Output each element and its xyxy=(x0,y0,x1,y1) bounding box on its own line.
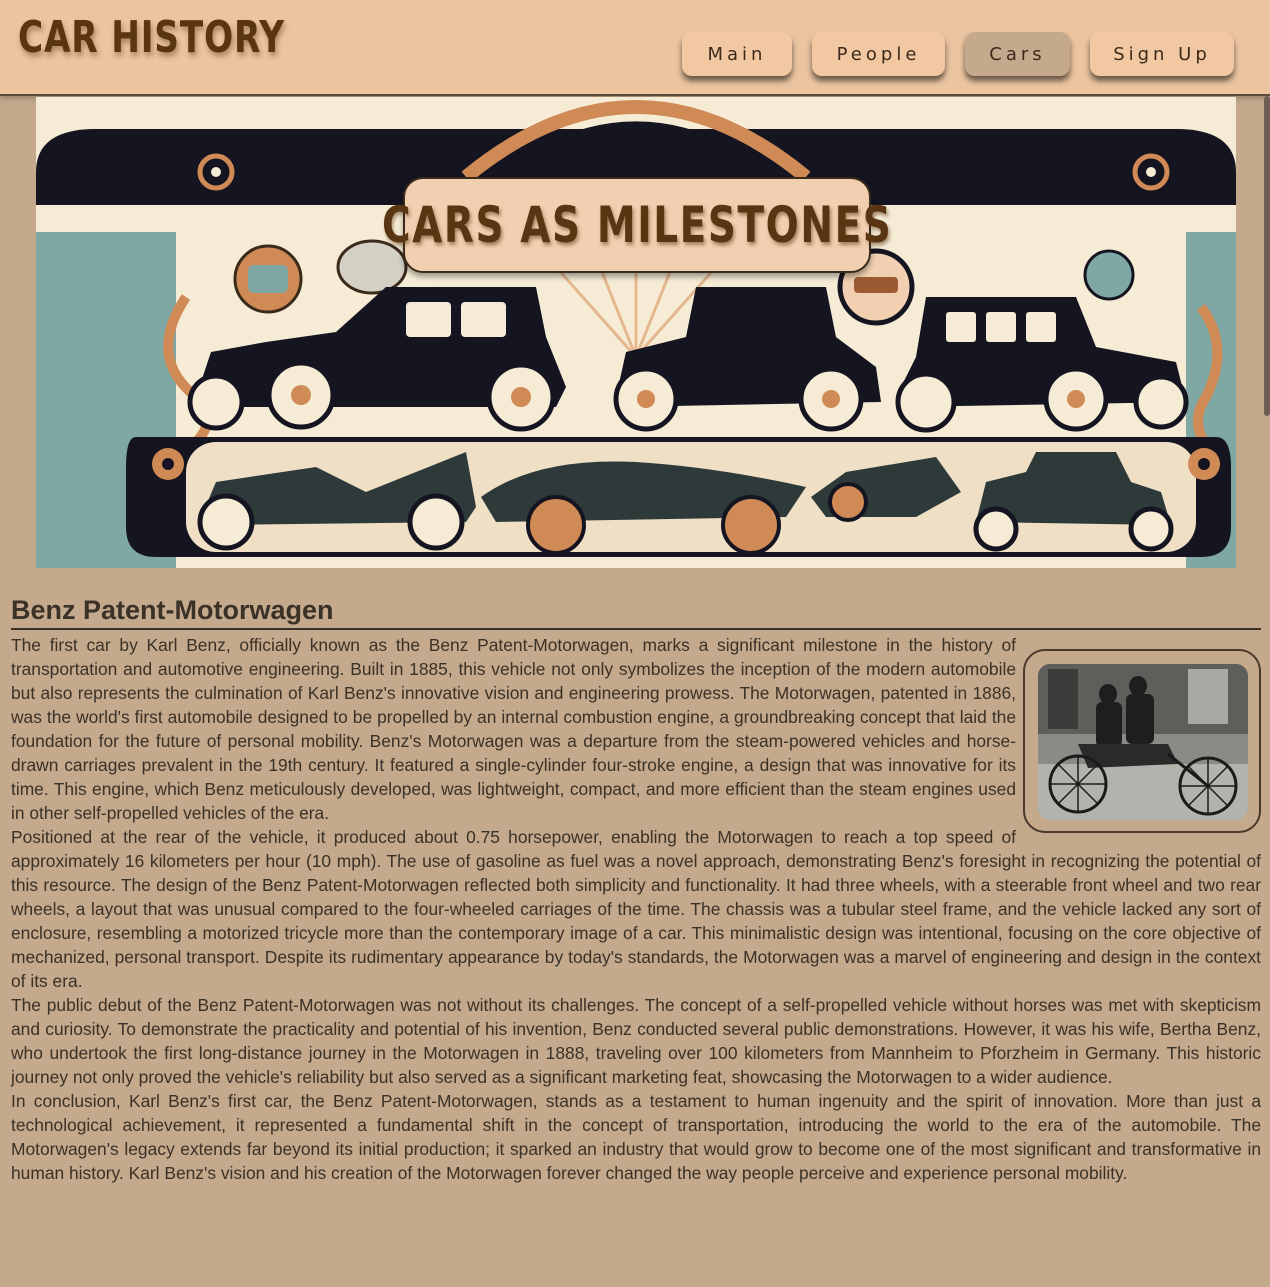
hero-banner-image: CARS AS MILESTONES xyxy=(36,97,1236,568)
scrollbar-thumb[interactable] xyxy=(1264,96,1270,416)
article-title: Benz Patent-Motorwagen xyxy=(11,594,1261,630)
banner-title-box: CARS AS MILESTONES xyxy=(382,177,891,273)
nav-cars-button[interactable]: Cars xyxy=(965,32,1070,76)
nav-people-button[interactable]: People xyxy=(812,32,945,76)
article-paragraph: The public debut of the Benz Patent-Moto… xyxy=(11,995,1261,1087)
site-title[interactable]: CAR HISTORY xyxy=(18,12,285,63)
article-paragraph: In conclusion, Karl Benz's first car, th… xyxy=(11,1091,1261,1183)
banner-title: CARS AS MILESTONES xyxy=(381,196,893,254)
nav-main-button[interactable]: Main xyxy=(682,32,792,76)
vintage-cars-illustration xyxy=(36,97,1236,568)
motorwagen-photo-frame xyxy=(1023,649,1261,833)
nav-signup-button[interactable]: Sign Up xyxy=(1090,32,1234,76)
article-paragraph: Positioned at the rear of the vehicle, i… xyxy=(11,827,1261,991)
site-header: CAR HISTORY Main People Cars Sign Up xyxy=(0,0,1270,96)
motorwagen-photo xyxy=(1038,664,1248,820)
article-body: The first car by Karl Benz, officially k… xyxy=(11,633,1261,1185)
